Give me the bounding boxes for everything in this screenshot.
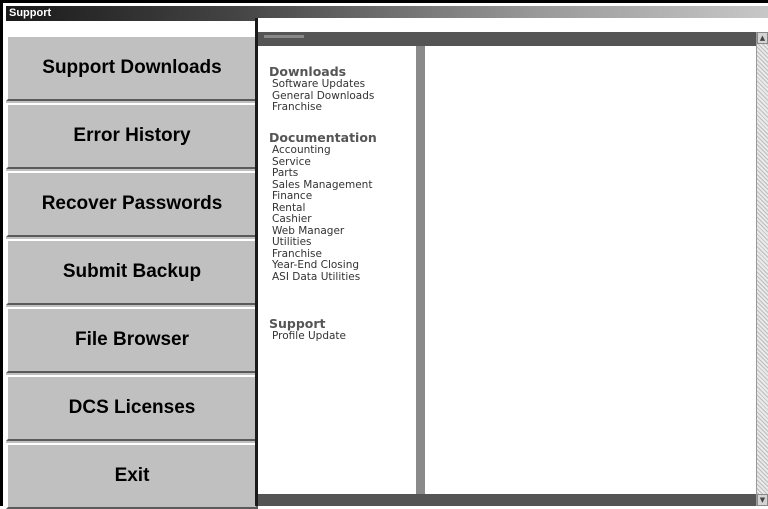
link-accounting[interactable]: Accounting — [269, 144, 377, 157]
toolbar-grip — [264, 35, 304, 38]
dcs-licenses-button[interactable]: DCS Licenses — [6, 375, 258, 441]
link-software-updates[interactable]: Software Updates — [269, 78, 374, 91]
link-franchise-downloads[interactable]: Franchise — [269, 101, 374, 114]
submit-backup-button[interactable]: Submit Backup — [6, 239, 258, 305]
link-year-end-closing[interactable]: Year-End Closing — [269, 259, 377, 272]
link-asi-data-utilities[interactable]: ASI Data Utilities — [269, 271, 377, 284]
nav-panel: Support Downloads Error History Recover … — [6, 35, 258, 509]
content-bottom-bar — [258, 494, 756, 506]
error-history-button[interactable]: Error History — [6, 103, 258, 169]
up-arrow-icon[interactable]: ▲ — [757, 32, 768, 44]
support-downloads-button[interactable]: Support Downloads — [6, 35, 258, 101]
vertical-scrollbar[interactable]: ▲ ▼ — [756, 32, 768, 506]
support-section: Support Profile Update — [269, 316, 346, 343]
recover-passwords-button[interactable]: Recover Passwords — [6, 171, 258, 237]
down-arrow-icon[interactable]: ▼ — [757, 494, 768, 506]
link-finance[interactable]: Finance — [269, 190, 377, 203]
support-title: Support — [269, 316, 326, 331]
link-profile-update[interactable]: Profile Update — [269, 330, 346, 343]
docs-panel: Downloads Software Updates General Downl… — [258, 46, 416, 494]
documentation-title: Documentation — [269, 130, 377, 145]
link-utilities[interactable]: Utilities — [269, 236, 377, 249]
link-parts[interactable]: Parts — [269, 167, 377, 180]
content-viewer — [425, 46, 756, 494]
file-browser-button[interactable]: File Browser — [6, 307, 258, 373]
content-toolbar — [258, 32, 756, 46]
link-cashier[interactable]: Cashier — [269, 213, 377, 226]
exit-button[interactable]: Exit — [6, 443, 258, 509]
panel-splitter[interactable] — [416, 46, 425, 494]
downloads-section: Downloads Software Updates General Downl… — [269, 64, 374, 114]
top-strip — [258, 18, 768, 32]
downloads-title: Downloads — [269, 64, 347, 79]
documentation-section: Documentation Accounting Service Parts S… — [269, 130, 377, 283]
